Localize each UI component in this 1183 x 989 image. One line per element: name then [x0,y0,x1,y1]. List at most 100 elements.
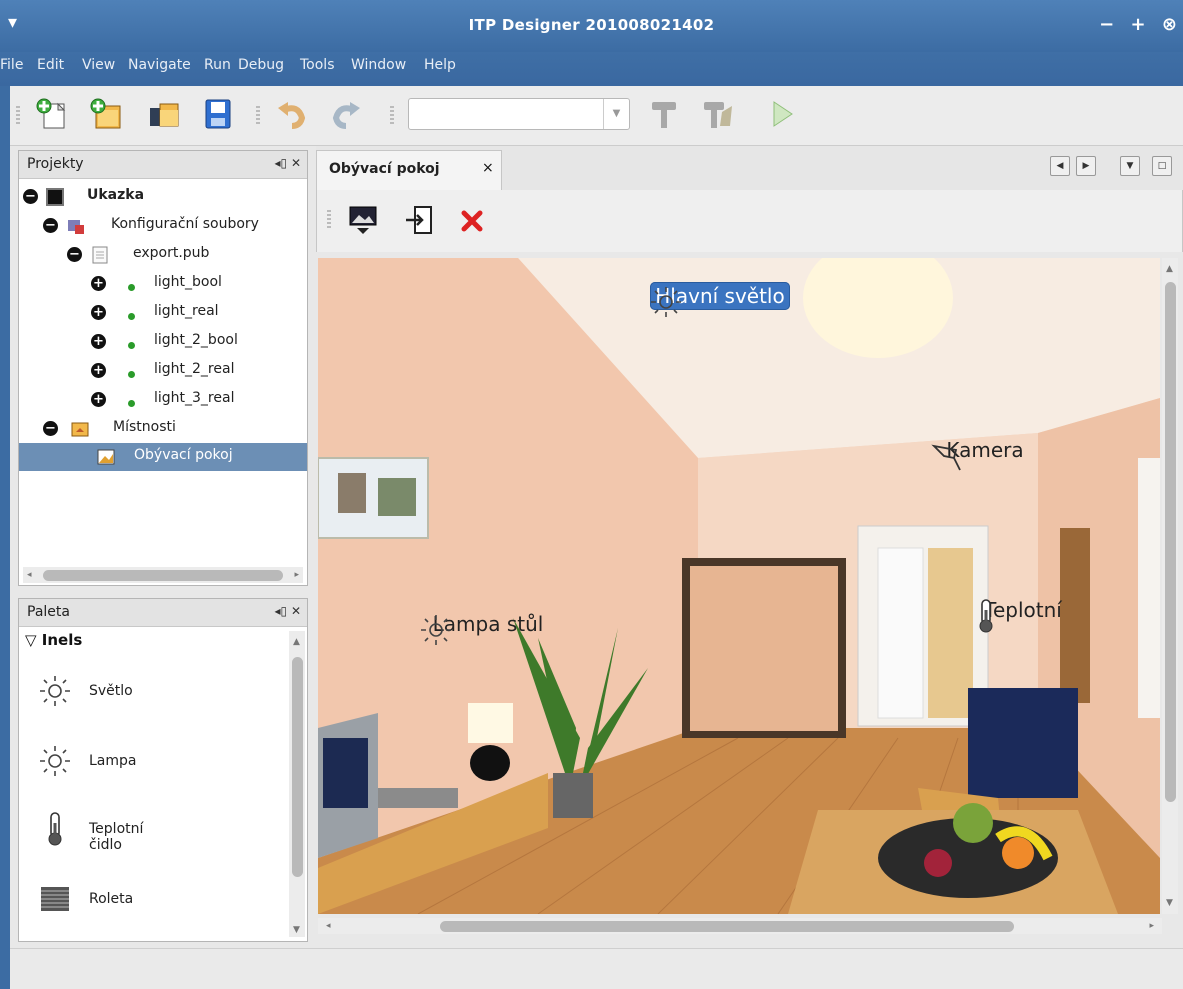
open-project-icon[interactable] [146,96,182,132]
palette-item-label: Roleta [89,891,134,907]
save-all-icon[interactable] [200,96,236,132]
run-icon[interactable] [764,96,800,132]
maximize-button[interactable]: + [1131,14,1146,35]
menu-edit[interactable]: Edit [37,57,64,73]
palette-panel-title: Paleta [27,604,70,620]
horizontal-scrollbar[interactable]: ◂ ▸ [23,567,303,583]
vertical-scrollbar[interactable]: ▲ ▼ [289,631,305,937]
menu-debug[interactable]: Debug [238,57,284,73]
tree-node[interactable]: − Místnosti [19,415,307,443]
menu-file[interactable]: File [0,57,23,73]
marker-hlavni-svetlo[interactable]: Hlavní světlo [648,282,792,317]
delete-icon[interactable] [459,208,485,234]
collapse-icon[interactable]: − [43,421,58,436]
main-toolbar: ▼ [10,86,1183,146]
build-icon[interactable] [646,96,682,132]
tab-scroll-left-icon[interactable]: ◀ [1050,156,1070,176]
palette-category[interactable]: ▽ Inels [25,631,82,649]
panel-controls[interactable]: ◂▯ ✕ [275,156,302,170]
panel-controls[interactable]: ◂▯ ✕ [275,604,302,618]
scroll-down-icon[interactable]: ▼ [1166,898,1173,908]
status-bar [10,948,1183,989]
undo-icon[interactable] [274,96,310,132]
green-dot-icon [128,400,135,407]
tab-list-icon[interactable]: ▼ [1120,156,1140,176]
scroll-up-icon[interactable]: ▲ [293,637,300,647]
expand-icon[interactable]: + [91,363,106,378]
sun-icon [651,287,681,317]
clean-build-icon[interactable] [700,96,736,132]
sun-icon [40,676,70,706]
chevron-down-icon[interactable]: ▼ [603,99,629,129]
tree-label: light_real [154,303,219,319]
room-canvas[interactable]: Hlavní světlo Kamera Lampa stůl Teplotní [318,258,1160,914]
close-window-button[interactable]: ⊗ [1162,14,1177,35]
config-files-icon [68,220,84,234]
tree-label: light_bool [154,274,222,290]
tree-node[interactable]: − Ukazka [19,183,307,211]
import-icon[interactable] [403,204,435,236]
menu-window[interactable]: Window [351,57,406,73]
new-file-icon[interactable] [88,96,124,132]
menu-navigate[interactable]: Navigate [128,57,191,73]
scrollbar-thumb[interactable] [292,657,303,877]
menu-tools[interactable]: Tools [300,57,335,73]
tree-label: Obývací pokoj [134,447,233,463]
sun-icon [40,746,70,776]
canvas-horizontal-scrollbar[interactable]: ◂ ▸ [318,918,1162,934]
room-image-icon [97,449,115,465]
tree-node[interactable]: + light_2_bool [19,328,307,356]
tree-node[interactable]: + light_real [19,299,307,327]
toolbar-grip[interactable] [16,106,20,126]
scroll-left-icon[interactable]: ◂ [27,570,32,580]
tree-node[interactable]: + light_bool [19,270,307,298]
collapse-icon[interactable]: − [23,189,38,204]
marker-teplotni[interactable]: Teplotní [968,598,1078,633]
toolbar-grip[interactable] [256,106,260,126]
scroll-down-icon[interactable]: ▼ [293,925,300,935]
collapse-icon[interactable]: − [67,247,82,262]
menu-run[interactable]: Run [204,57,231,73]
tree-label: light_3_real [154,390,235,406]
new-project-icon[interactable] [34,96,70,132]
expand-icon[interactable]: + [91,305,106,320]
redo-icon[interactable] [328,96,364,132]
rooms-folder-icon [71,422,89,437]
scroll-right-icon[interactable]: ▸ [294,570,299,580]
menu-view[interactable]: View [82,57,115,73]
scroll-right-icon[interactable]: ▸ [1149,921,1154,931]
collapse-icon[interactable]: − [43,218,58,233]
menu-help[interactable]: Help [424,57,456,73]
tab-obyvaci-pokoj[interactable]: Obývací pokoj × [316,150,502,190]
tree-node[interactable]: − export.pub [19,241,307,269]
expand-icon[interactable]: + [91,334,106,349]
scroll-up-icon[interactable]: ▲ [1166,264,1173,274]
expand-icon[interactable]: + [91,392,106,407]
tree-node[interactable]: + light_2_real [19,357,307,385]
maximize-editor-icon[interactable]: □ [1152,156,1172,176]
scrollbar-thumb[interactable] [43,570,283,581]
tree-node[interactable]: − Konfigurační soubory [19,212,307,240]
tree-node[interactable]: + light_3_real [19,386,307,414]
expand-icon[interactable]: + [91,276,106,291]
tree-label: Konfigurační soubory [111,216,259,232]
toolbar-grip[interactable] [327,210,331,230]
close-tab-icon[interactable]: × [482,160,494,176]
green-dot-icon [128,342,135,349]
config-combo[interactable]: ▼ [408,98,630,130]
toolbar-grip[interactable] [390,106,394,126]
tab-scroll-right-icon[interactable]: ▶ [1076,156,1096,176]
marker-kamera[interactable]: Kamera [930,438,1040,471]
window-titlebar: ▾ ITP Designer 201008021402 − + ⊗ [0,0,1183,52]
projects-panel: Projekty ◂▯ ✕ − Ukazka − Konfigurační so… [18,150,308,586]
tree-node-selected[interactable]: Obývací pokoj [19,443,307,471]
scroll-left-icon[interactable]: ◂ [326,921,331,931]
minimize-button[interactable]: − [1099,14,1114,35]
set-background-icon[interactable] [347,204,379,236]
marker-lampa-stul[interactable]: Lampa stůl [418,612,558,645]
tree-label: export.pub [133,245,210,261]
scrollbar-thumb[interactable] [440,921,1014,932]
canvas-vertical-scrollbar[interactable]: ▲ ▼ [1162,258,1178,914]
scrollbar-thumb[interactable] [1165,282,1176,802]
green-dot-icon [128,371,135,378]
